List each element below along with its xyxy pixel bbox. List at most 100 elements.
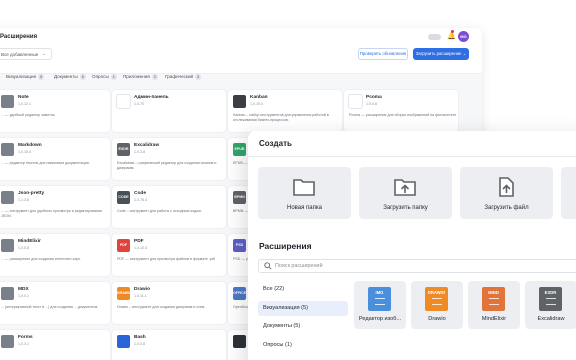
extension-version: 1.0.0.8 (134, 342, 145, 346)
extension-version: 1.0.19.0 (250, 102, 263, 106)
extension-version: 1.0.0.8 (18, 246, 29, 250)
upload-extension-button[interactable]: Загрузить расширение ⌄ (413, 48, 469, 60)
tab-visualization[interactable]: Визуализация 5 (6, 74, 45, 80)
extension-card[interactable]: CODE Code 1.0.78.4 Code – инструмент для ра… (112, 186, 226, 228)
tab-surveys[interactable]: Опросы 1 (92, 74, 117, 80)
category-documents[interactable]: Документы (5) (258, 319, 348, 334)
json-icon (1, 191, 14, 204)
search-placeholder: Поиск расширений (275, 263, 323, 269)
tab-count: 1 (110, 74, 117, 80)
extension-description: Pcoma — расширение для сборки изображени… (349, 113, 457, 117)
extension-tile[interactable]: DRAWIO Drawio (411, 281, 463, 329)
check-updates-button[interactable]: Проверить обновления (358, 48, 408, 60)
dialog-header: Создать (248, 131, 576, 157)
file-upload-icon (499, 177, 514, 197)
tile-label: MindElixir (481, 316, 507, 322)
tab-label: Опросы (92, 74, 109, 80)
tab-count: 3 (195, 74, 202, 80)
mindmap-icon (1, 239, 14, 252)
tab-documents[interactable]: Документы 5 (54, 74, 86, 80)
action-label: Новая папка (287, 205, 322, 211)
bpmn-icon: BPMN (233, 191, 246, 204)
extension-card[interactable]: Markdown 1.0.15.4 ... — редактор текстов д… (0, 138, 110, 180)
extension-name: Json-pretty (18, 191, 45, 196)
extension-name: Drawio (134, 287, 150, 292)
bash-icon (117, 335, 130, 348)
opendocs-icon: OFFICE (233, 287, 246, 300)
tile-icon-text: MIND (488, 290, 499, 295)
pcoma-icon (349, 95, 362, 108)
folder-upload-icon (394, 179, 416, 196)
extension-version: 1.1.3.8 (18, 198, 29, 202)
page-title: Расширения (0, 34, 38, 40)
create-dialog: Создать Новая папка Загрузить папку Загр… (248, 131, 576, 360)
extension-card[interactable]: MDX 1.0.0.1 ... (интерактивный текст в ...… (0, 282, 110, 324)
more-action-button[interactable] (561, 167, 576, 219)
extension-card[interactable]: DRAWIO Drawio 1.0.11.1 Drawio – инструмент … (112, 282, 226, 324)
search-icon (264, 262, 272, 270)
tile-icon-graphic (488, 298, 499, 305)
theme-toggle[interactable] (428, 34, 441, 40)
extension-version: 1.0.3.8 (134, 150, 145, 154)
category-surveys[interactable]: Опросы (1) (258, 338, 348, 353)
tab-label: Приложения (123, 74, 150, 80)
epub-icon: EPUB (233, 143, 246, 156)
avatar[interactable]: MG (458, 31, 469, 42)
tile-label: Excalidraw (537, 316, 565, 322)
drawio-icon: DRAWIO (425, 287, 448, 311)
extension-tile[interactable]: EXDR Excalidraw (525, 281, 576, 329)
tab-label: Документы (54, 74, 78, 80)
extension-tile[interactable]: MIND MindElixir (468, 281, 520, 329)
extension-description: ... — удобный редактор заметок. (1, 113, 56, 117)
bell-icon[interactable]: 🔔 (447, 32, 456, 40)
extension-card[interactable]: Forms 1.0.3.1 (0, 330, 110, 360)
tab-apps[interactable]: Приложения 2 (123, 74, 158, 80)
extension-description: PDF — инструмент для просмотра файлов в … (117, 257, 215, 261)
category-tabs: 22 Визуализация5 Документы5 Опросы1 Прил… (0, 72, 482, 84)
extension-tile[interactable]: IMG Редактор изоб... (354, 281, 406, 329)
new-folder-button[interactable]: Новая папка (258, 167, 351, 219)
forms-icon (1, 335, 14, 348)
extension-description: Excalidraw – графический редактор для со… (117, 161, 217, 170)
upload-file-button[interactable]: Загрузить файл (460, 167, 553, 219)
upload-folder-button[interactable]: Загрузить папку (359, 167, 452, 219)
extension-card[interactable]: Pcoma 1.0.0.8 Pcoma — расширение для сборк… (344, 90, 458, 132)
extension-name: Kanban (250, 95, 268, 100)
admin-panel-icon (117, 95, 130, 108)
action-label: Загрузить файл (484, 205, 529, 211)
category-all[interactable]: Все (22) (258, 282, 348, 297)
extension-description (117, 353, 225, 360)
extension-card[interactable]: Note 1.0.12.1 ... — удобный редактор замет… (0, 90, 110, 132)
extension-card[interactable]: Bash 1.0.0.8 (112, 330, 226, 360)
extension-card[interactable]: Json-pretty 1.1.3.8 ... — инструмент для у… (0, 186, 110, 228)
extension-version: 1.0.12.1 (18, 102, 31, 106)
tab-count: 5 (38, 74, 45, 80)
extension-description: ... — расширение для создания интеллект-… (1, 257, 81, 261)
extension-version: 1.0.70 (134, 102, 144, 106)
tab-label: Визуализация (6, 74, 37, 80)
extension-description: ... — редактор текстов для написания док… (1, 161, 90, 165)
extension-name: Forms (18, 335, 33, 340)
tile-icon-text: EXDR (544, 290, 557, 295)
category-visualization[interactable]: Визуализация (5) (258, 301, 348, 316)
action-label: Загрузить папку (383, 205, 428, 211)
extension-description: ... (интерактивный текст в ...) для созд… (1, 305, 99, 309)
filter-dropdown[interactable]: Все добавленные ⌄ (0, 48, 52, 60)
excalidraw-icon: EXDR (539, 287, 562, 311)
extension-card[interactable]: MindElixir 1.0.0.8 ... — расширение для со… (0, 234, 110, 276)
extension-search-input[interactable]: Поиск расширений (258, 259, 576, 273)
tile-icon-graphic (431, 298, 442, 305)
extension-card[interactable]: Kanban 1.0.19.0 Kanban – набор инструменто… (228, 90, 342, 132)
extension-name: MDX (18, 287, 29, 292)
tile-icon-graphic (545, 298, 556, 305)
extension-card[interactable]: EXDR Excalidraw 1.0.3.8 Excalidraw – графич… (112, 138, 226, 180)
extension-card[interactable]: PDF PDF 1.4.10.3 PDF — инструмент для просм… (112, 234, 226, 276)
tile-icon-text: DRAWIO (427, 290, 446, 295)
upload-extension-label: Загрузить расширение (415, 51, 462, 56)
extension-name: MindElixir (18, 239, 41, 244)
folder-icon (293, 179, 315, 196)
filter-dropdown-value: Все добавленные (1, 52, 39, 57)
extension-card[interactable]: Админ-панель 1.0.70 (112, 90, 226, 132)
image-editor-icon: IMG (368, 287, 391, 311)
tab-graphic[interactable]: Графический 3 (165, 74, 202, 80)
